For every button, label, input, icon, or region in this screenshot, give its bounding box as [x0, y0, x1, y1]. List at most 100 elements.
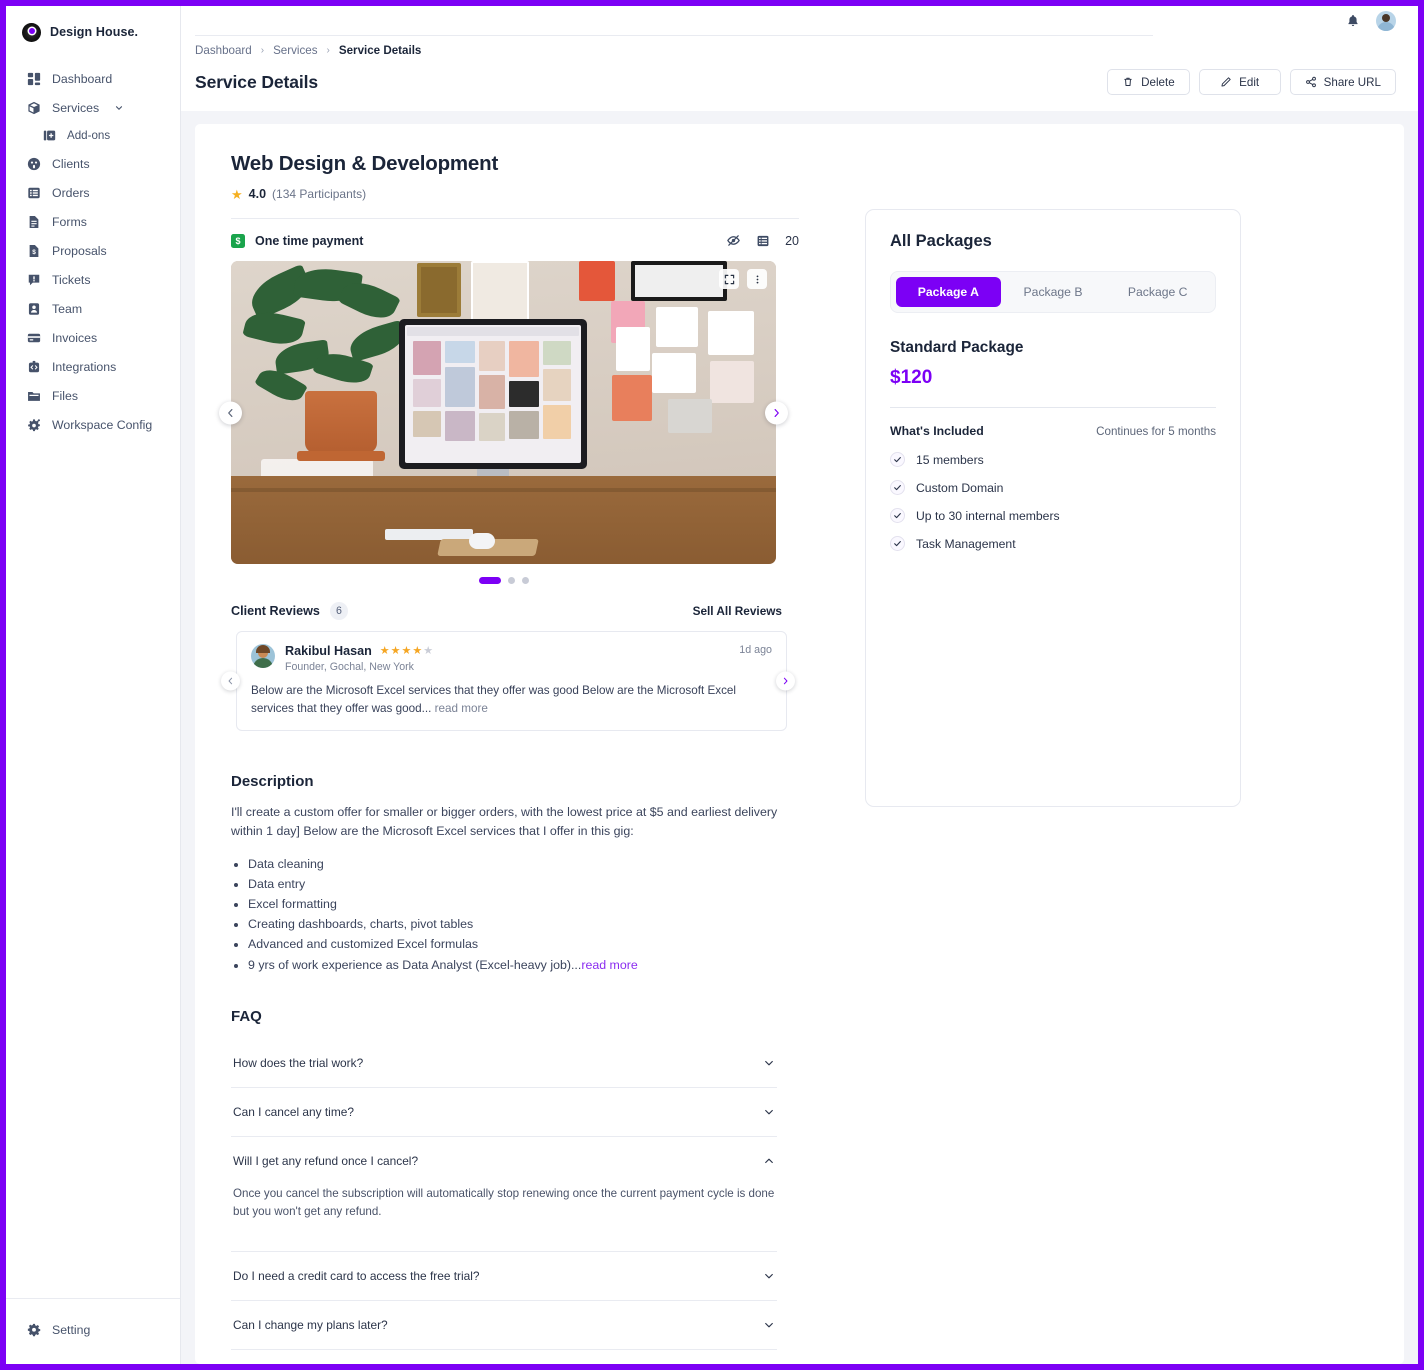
- reviews-title: Client Reviews: [231, 604, 320, 618]
- sidebar-nav: Dashboard Services Add-ons Clients Order…: [6, 58, 180, 439]
- share-url-button[interactable]: Share URL: [1289, 69, 1396, 95]
- faq-question-toggle[interactable]: Will I get any refund once I cancel?: [231, 1137, 777, 1185]
- faq-question-toggle[interactable]: Do I need a credit card to access the fr…: [231, 1252, 777, 1300]
- star-icon: ★: [390, 644, 401, 657]
- faq-answer-text: Once you cancel the subscription will au…: [233, 1186, 775, 1218]
- see-all-reviews-link[interactable]: Sell All Reviews: [693, 604, 782, 618]
- sidebar-item-label: Files: [52, 388, 78, 403]
- sidebar-item-label: Team: [52, 301, 83, 316]
- tab-package-b[interactable]: Package B: [1001, 277, 1106, 307]
- description-read-more-link[interactable]: read more: [581, 958, 637, 972]
- package-included-row: What's Included Continues for 5 months: [890, 424, 1216, 438]
- faq-question-text: Will I get any refund once I cancel?: [233, 1153, 419, 1168]
- avatar[interactable]: [1376, 11, 1396, 31]
- rating-participants: (134 Participants): [272, 187, 367, 201]
- review-meta: Rakibul Hasan ★ ★ ★ ★ ★ Founder, Gochal,…: [285, 644, 729, 673]
- description-heading: Description: [231, 773, 314, 791]
- faq-item: Can I change my plans later?: [231, 1301, 777, 1350]
- check-icon: [890, 536, 905, 551]
- sidebar-footer-label: Setting: [52, 1322, 91, 1337]
- review-read-more-link[interactable]: read more: [431, 702, 488, 715]
- fullscreen-icon[interactable]: [719, 269, 739, 289]
- team-icon: [26, 301, 41, 316]
- bell-icon[interactable]: [1346, 14, 1360, 28]
- service-rating: ★ 4.0 (134 Participants): [231, 187, 799, 201]
- package-feature: Up to 30 internal members: [890, 508, 1216, 523]
- chevron-down-icon[interactable]: [114, 103, 124, 113]
- package-name: Standard Package: [890, 339, 1024, 356]
- proposals-icon: $: [26, 243, 41, 258]
- chevron-up-icon: [763, 1155, 775, 1167]
- edit-button[interactable]: Edit: [1198, 69, 1281, 95]
- carousel-dot-2[interactable]: [507, 577, 515, 584]
- sidebar-item-label: Clients: [52, 156, 90, 171]
- all-packages-card: All Packages Package A Package B Package…: [865, 209, 1241, 807]
- topbar: [181, 6, 1418, 36]
- review-prev-button[interactable]: [221, 671, 240, 691]
- faq-question-toggle[interactable]: Can I cancel any time?: [231, 1088, 777, 1136]
- carousel-dot-3[interactable]: [521, 577, 529, 584]
- sidebar-item-setting[interactable]: Setting: [26, 1315, 180, 1344]
- carousel-dot-1[interactable]: [478, 577, 501, 584]
- sidebar-item-invoices[interactable]: Invoices: [6, 323, 180, 352]
- carousel-next-button[interactable]: [765, 401, 788, 424]
- carousel-image-pot: [305, 391, 377, 453]
- list-item-text: 9 yrs of work experience as Data Analyst…: [248, 957, 582, 972]
- sidebar-item-workspace-config[interactable]: Workspace Config: [6, 410, 180, 439]
- delete-button[interactable]: Delete: [1107, 69, 1190, 95]
- brand[interactable]: Design House.: [6, 6, 180, 58]
- brand-name: Design House.: [50, 25, 139, 39]
- review-avatar-body: [253, 658, 273, 668]
- invoices-icon: [26, 330, 41, 345]
- carousel-image-mouse: [469, 533, 495, 549]
- sidebar-item-clients[interactable]: Clients: [6, 149, 180, 178]
- tab-package-c[interactable]: Package C: [1105, 277, 1210, 307]
- share-url-button-label: Share URL: [1323, 75, 1381, 89]
- breadcrumb-dashboard[interactable]: Dashboard: [195, 44, 252, 57]
- review-name-line: Rakibul Hasan ★ ★ ★ ★ ★: [285, 644, 729, 658]
- trash-icon: [1122, 76, 1134, 88]
- sidebar-item-label: Dashboard: [52, 71, 113, 86]
- clients-icon: [26, 156, 41, 171]
- sidebar-item-integrations[interactable]: Integrations: [6, 352, 180, 381]
- sidebar-item-dashboard[interactable]: Dashboard: [6, 64, 180, 93]
- forms-icon: [26, 214, 41, 229]
- packages-title: All Packages: [890, 232, 992, 250]
- list-item: Data entry: [248, 874, 782, 894]
- eye-off-icon[interactable]: [726, 233, 741, 248]
- list-item: Creating dashboards, charts, pivot table…: [248, 914, 782, 934]
- chevron-down-icon: [763, 1270, 775, 1282]
- more-vertical-icon[interactable]: [747, 269, 767, 289]
- sidebar-item-proposals[interactable]: $ Proposals: [6, 236, 180, 265]
- sidebar-item-files[interactable]: Files: [6, 381, 180, 410]
- faq-question-toggle[interactable]: Can I change my plans later?: [231, 1301, 777, 1349]
- sidebar-item-tickets[interactable]: Tickets: [6, 265, 180, 294]
- list-icon[interactable]: [756, 234, 770, 248]
- page-header-row: Service Details Delete Edit Share URL: [195, 69, 1396, 95]
- sidebar-item-label: Invoices: [52, 330, 98, 345]
- sidebar-item-forms[interactable]: Forms: [6, 207, 180, 236]
- payment-type-label: One time payment: [255, 233, 364, 248]
- tab-package-a[interactable]: Package A: [896, 277, 1001, 307]
- package-feature: Task Management: [890, 536, 1216, 551]
- sidebar-item-orders[interactable]: Orders: [6, 178, 180, 207]
- description-paragraph: I'll create a custom offer for smaller o…: [231, 805, 778, 839]
- chevron-down-icon: [763, 1106, 775, 1118]
- faq-question-toggle[interactable]: How does the trial work?: [231, 1039, 777, 1087]
- orders-icon: [26, 185, 41, 200]
- review-next-button[interactable]: [776, 671, 795, 691]
- breadcrumb-services[interactable]: Services: [273, 44, 317, 57]
- sidebar-item-add-ons[interactable]: Add-ons: [6, 122, 180, 149]
- avatar-head: [1382, 14, 1390, 22]
- sidebar-item-team[interactable]: Team: [6, 294, 180, 323]
- add-ons-icon: [42, 128, 57, 143]
- review-top: Rakibul Hasan ★ ★ ★ ★ ★ Founder, Gochal,…: [251, 644, 772, 673]
- carousel-prev-button[interactable]: [219, 401, 242, 424]
- review-author-name: Rakibul Hasan: [285, 644, 372, 658]
- sidebar-item-services[interactable]: Services: [6, 93, 180, 122]
- sidebar-item-label: Proposals: [52, 243, 107, 258]
- page-header: Dashboard › Services › Service Details S…: [181, 36, 1418, 111]
- faq-item: How does the trial work?: [231, 1039, 777, 1088]
- star-icon: ★: [379, 644, 390, 657]
- chevron-down-icon: [763, 1057, 775, 1069]
